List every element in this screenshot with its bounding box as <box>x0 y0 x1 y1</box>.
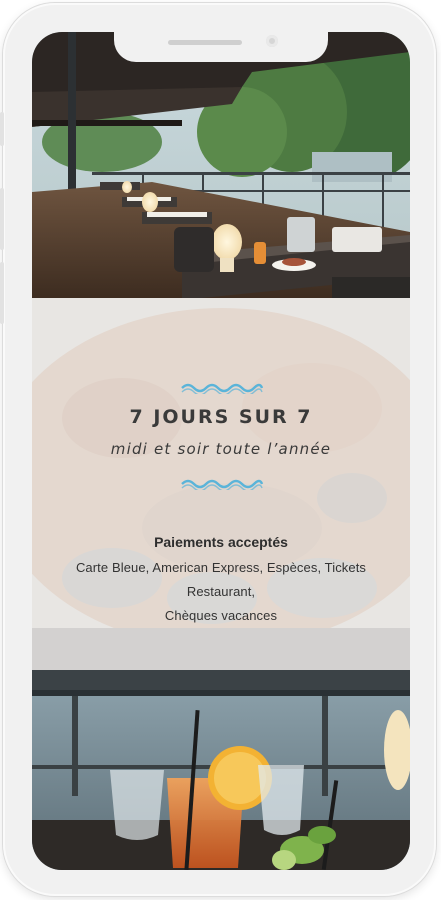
side-button-mute <box>0 112 4 146</box>
payments-line: Chèques vacances <box>164 608 278 623</box>
wave-divider-icon <box>181 479 264 490</box>
cocktail-drinks-photo <box>32 670 410 870</box>
payments-heading: Paiements acceptés <box>154 534 288 550</box>
side-button-volume-up <box>0 188 4 250</box>
speaker-icon <box>168 40 242 45</box>
opening-info-section: 7 JOURS SUR 7 midi et soir toute l’année… <box>32 298 410 670</box>
side-button-volume-down <box>0 262 4 324</box>
restaurant-terrace-photo <box>32 32 410 298</box>
opening-hours-subtitle: midi et soir toute l’année <box>110 440 332 458</box>
payments-line: Carte Bleue, American Express, Espèces, … <box>75 560 367 575</box>
phone-notch <box>114 32 328 62</box>
phone-screen: 7 JOURS SUR 7 midi et soir toute l’année… <box>32 32 410 870</box>
camera-icon <box>266 35 278 47</box>
payments-line: Restaurant, <box>186 584 256 599</box>
wave-divider-icon <box>181 383 264 394</box>
opening-days-title: 7 JOURS SUR 7 <box>129 406 313 428</box>
